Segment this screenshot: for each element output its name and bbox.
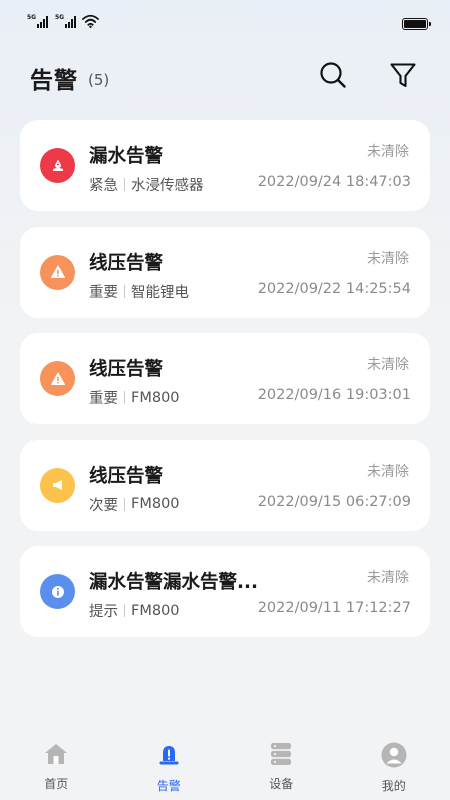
signal-sim2-icon: 5G	[55, 14, 77, 28]
alarm-level: 紧急	[89, 178, 118, 194]
alarm-time: 2022/09/11 17:12:27	[257, 600, 411, 616]
alarm-status: 未清除	[367, 357, 409, 373]
page-title: 告警	[30, 68, 78, 94]
search-icon[interactable]	[318, 60, 348, 90]
alarm-time: 2022/09/24 18:47:03	[257, 174, 411, 190]
alarm-title: 线压告警	[89, 465, 164, 487]
page-header: 告警 (5)	[30, 58, 430, 98]
tab-profile[interactable]: 我的	[338, 730, 450, 800]
alarm-source: FM800	[131, 389, 180, 406]
alarm-status: 未清除	[367, 570, 409, 586]
sim2-network-tag: 5G	[55, 14, 65, 21]
alarm-count: (5)	[88, 71, 110, 89]
alarm-source: 智能锂电	[131, 284, 189, 301]
tab-alarms[interactable]: 告警	[113, 730, 226, 800]
tab-label: 设备	[269, 777, 294, 791]
alarm-card[interactable]: 漏水告警 未清除 紧急 水浸传感器 2022/09/24 18:47:03	[20, 120, 430, 211]
info-icon	[40, 574, 75, 609]
alarm-status: 未清除	[367, 463, 409, 480]
alarm-source: FM800	[131, 602, 180, 619]
warning-icon	[40, 361, 75, 396]
warning-icon	[40, 254, 75, 290]
tab-devices[interactable]: 设备	[225, 730, 338, 800]
divider	[124, 284, 125, 298]
alarm-source: 水浸传感器	[131, 178, 204, 194]
alarm-status: 未清除	[367, 250, 409, 267]
tab-label: 告警	[156, 779, 181, 793]
alarm-card[interactable]: 漏水告警漏水告警... 未清除 提示 FM800 2022/09/11 17:1…	[20, 546, 430, 637]
tab-label: 我的	[381, 779, 406, 793]
alarm-level: 重要	[89, 391, 118, 407]
alarm-bell-icon	[156, 742, 182, 772]
alarm-source: FM800	[131, 496, 180, 512]
device-server-icon	[268, 742, 294, 770]
alarm-meta: 提示 FM800	[89, 600, 180, 621]
alarm-meta: 次要 FM800	[89, 494, 180, 515]
alarm-card[interactable]: 线压告警 未清除 次要 FM800 2022/09/15 06:27:09	[20, 439, 430, 531]
divider	[124, 391, 125, 404]
home-icon	[43, 742, 69, 770]
wifi-icon	[82, 14, 99, 28]
alarm-level: 提示	[89, 604, 118, 620]
alarm-status: 未清除	[367, 144, 409, 160]
divider	[124, 178, 125, 191]
alarm-time: 2022/09/16 19:03:01	[257, 387, 411, 403]
signal-sim1-icon: 5G	[27, 14, 49, 28]
tab-home[interactable]: 首页	[0, 730, 113, 800]
tab-label: 首页	[44, 777, 69, 791]
alarm-card[interactable]: 线压告警 未清除 重要 FM800 2022/09/16 19:03:01	[20, 333, 430, 424]
bottom-tab-bar: 首页 告警 设备 我的	[0, 730, 450, 800]
alarm-time: 2022/09/22 14:25:54	[257, 280, 411, 297]
profile-icon	[381, 742, 407, 772]
alarm-meta: 紧急 水浸传感器	[89, 174, 204, 195]
alarm-meta: 重要 智能锂电	[89, 281, 189, 302]
alarm-title: 线压告警	[89, 252, 164, 274]
alarm-title: 漏水告警漏水告警...	[89, 572, 259, 593]
sim1-network-tag: 5G	[27, 14, 37, 21]
alarm-level: 次要	[89, 497, 118, 514]
alarm-card[interactable]: 线压告警 未清除 重要 智能锂电 2022/09/22 14:25:54	[20, 226, 430, 318]
alarm-title: 线压告警	[89, 359, 164, 380]
alarm-title: 漏水告警	[89, 146, 164, 167]
divider	[124, 497, 125, 511]
battery-icon	[402, 18, 431, 30]
water-leak-icon	[40, 148, 75, 183]
alarm-list: 漏水告警 未清除 紧急 水浸传感器 2022/09/24 18:47:03 线压…	[20, 120, 430, 653]
status-bar: 5G 5G	[0, 0, 450, 40]
filter-icon[interactable]	[388, 60, 418, 90]
alarm-meta: 重要 FM800	[89, 387, 180, 408]
divider	[124, 604, 125, 617]
alarm-time: 2022/09/15 06:27:09	[257, 493, 411, 510]
alarm-level: 重要	[89, 284, 118, 301]
megaphone-icon	[40, 467, 75, 503]
